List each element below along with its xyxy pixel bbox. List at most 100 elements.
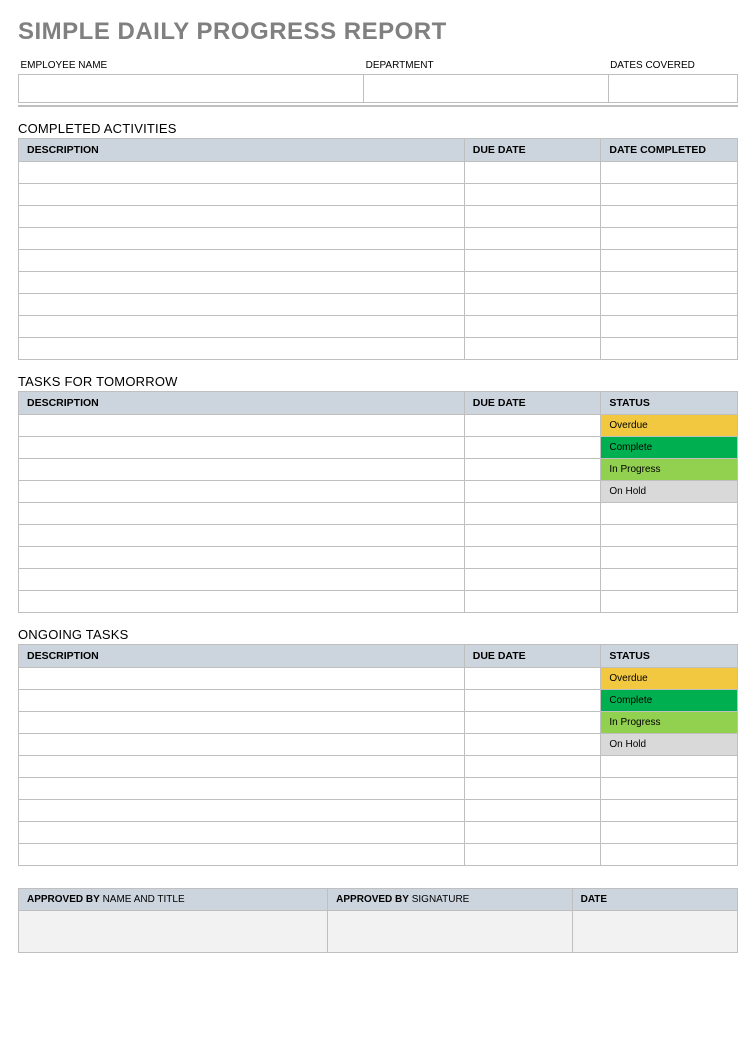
table-cell[interactable] [464, 711, 601, 733]
table-cell[interactable] [464, 414, 601, 436]
table-cell[interactable] [19, 568, 465, 590]
table-cell[interactable] [464, 249, 601, 271]
table-cell[interactable] [601, 755, 738, 777]
table-cell[interactable] [464, 161, 601, 183]
table-cell[interactable] [464, 436, 601, 458]
table-cell[interactable] [601, 249, 738, 271]
table-cell[interactable] [19, 777, 465, 799]
status-cell-onhold[interactable]: On Hold [601, 480, 738, 502]
status-cell-complete[interactable]: Complete [601, 436, 738, 458]
table-cell[interactable] [601, 546, 738, 568]
table-cell[interactable] [19, 546, 465, 568]
table-cell[interactable] [19, 205, 465, 227]
table-cell[interactable] [601, 524, 738, 546]
table-cell[interactable] [464, 271, 601, 293]
table-cell[interactable] [601, 337, 738, 359]
table-cell[interactable] [19, 337, 465, 359]
status-cell-inprog[interactable]: In Progress [601, 711, 738, 733]
table-cell[interactable] [19, 689, 465, 711]
table-cell[interactable] [601, 293, 738, 315]
table-cell[interactable] [464, 227, 601, 249]
status-cell-complete[interactable]: Complete [601, 689, 738, 711]
table-cell[interactable] [464, 843, 601, 865]
tomorrow-table: DESCRIPTION DUE DATE STATUS OverdueCompl… [18, 391, 738, 613]
table-cell[interactable] [19, 711, 465, 733]
col-description: DESCRIPTION [19, 138, 465, 161]
table-cell[interactable] [601, 315, 738, 337]
table-cell[interactable] [464, 546, 601, 568]
col-due-date: DUE DATE [464, 391, 601, 414]
table-cell[interactable] [19, 227, 465, 249]
table-cell[interactable] [19, 821, 465, 843]
dates-label: DATES COVERED [608, 60, 737, 74]
table-cell[interactable] [601, 227, 738, 249]
table-cell[interactable] [19, 733, 465, 755]
approved-by-name-header: APPROVED BY NAME AND TITLE [19, 888, 328, 910]
table-cell[interactable] [19, 524, 465, 546]
table-cell[interactable] [464, 777, 601, 799]
table-cell[interactable] [601, 502, 738, 524]
col-status: STATUS [601, 391, 738, 414]
table-cell[interactable] [19, 249, 465, 271]
table-cell[interactable] [464, 315, 601, 337]
table-cell[interactable] [601, 161, 738, 183]
table-cell[interactable] [464, 568, 601, 590]
table-cell[interactable] [464, 821, 601, 843]
table-cell[interactable] [19, 414, 465, 436]
table-cell[interactable] [601, 821, 738, 843]
status-cell-onhold[interactable]: On Hold [601, 733, 738, 755]
table-cell[interactable] [464, 205, 601, 227]
table-cell[interactable] [464, 755, 601, 777]
table-cell[interactable] [19, 843, 465, 865]
completed-table: DESCRIPTION DUE DATE DATE COMPLETED [18, 138, 738, 360]
table-cell[interactable] [464, 458, 601, 480]
table-cell[interactable] [19, 755, 465, 777]
approved-by-signature-header: APPROVED BY SIGNATURE [328, 888, 572, 910]
table-cell[interactable] [601, 777, 738, 799]
col-description: DESCRIPTION [19, 644, 465, 667]
status-cell-overdue[interactable]: Overdue [601, 414, 738, 436]
table-cell[interactable] [19, 799, 465, 821]
table-cell[interactable] [464, 480, 601, 502]
table-cell[interactable] [464, 183, 601, 205]
dates-input[interactable] [608, 74, 737, 102]
table-cell[interactable] [19, 315, 465, 337]
table-cell[interactable] [464, 733, 601, 755]
table-cell[interactable] [19, 667, 465, 689]
table-cell[interactable] [19, 502, 465, 524]
status-cell-inprog[interactable]: In Progress [601, 458, 738, 480]
table-cell[interactable] [464, 502, 601, 524]
table-cell[interactable] [19, 271, 465, 293]
table-cell[interactable] [601, 799, 738, 821]
approval-date-input[interactable] [572, 910, 737, 952]
department-label: DEPARTMENT [364, 60, 608, 74]
col-status: STATUS [601, 644, 738, 667]
employee-label: EMPLOYEE NAME [19, 60, 364, 74]
table-cell[interactable] [19, 458, 465, 480]
table-cell[interactable] [601, 590, 738, 612]
table-cell[interactable] [19, 293, 465, 315]
table-cell[interactable] [464, 799, 601, 821]
employee-input[interactable] [19, 74, 364, 102]
table-cell[interactable] [464, 293, 601, 315]
table-cell[interactable] [19, 590, 465, 612]
table-cell[interactable] [464, 667, 601, 689]
approved-by-name-input[interactable] [19, 910, 328, 952]
col-description: DESCRIPTION [19, 391, 465, 414]
approved-by-signature-input[interactable] [328, 910, 572, 952]
table-cell[interactable] [19, 480, 465, 502]
table-cell[interactable] [601, 843, 738, 865]
table-cell[interactable] [601, 568, 738, 590]
table-cell[interactable] [464, 337, 601, 359]
table-cell[interactable] [601, 271, 738, 293]
department-input[interactable] [364, 74, 608, 102]
table-cell[interactable] [601, 183, 738, 205]
table-cell[interactable] [19, 183, 465, 205]
table-cell[interactable] [464, 689, 601, 711]
table-cell[interactable] [19, 161, 465, 183]
status-cell-overdue[interactable]: Overdue [601, 667, 738, 689]
table-cell[interactable] [19, 436, 465, 458]
table-cell[interactable] [464, 524, 601, 546]
table-cell[interactable] [601, 205, 738, 227]
table-cell[interactable] [464, 590, 601, 612]
